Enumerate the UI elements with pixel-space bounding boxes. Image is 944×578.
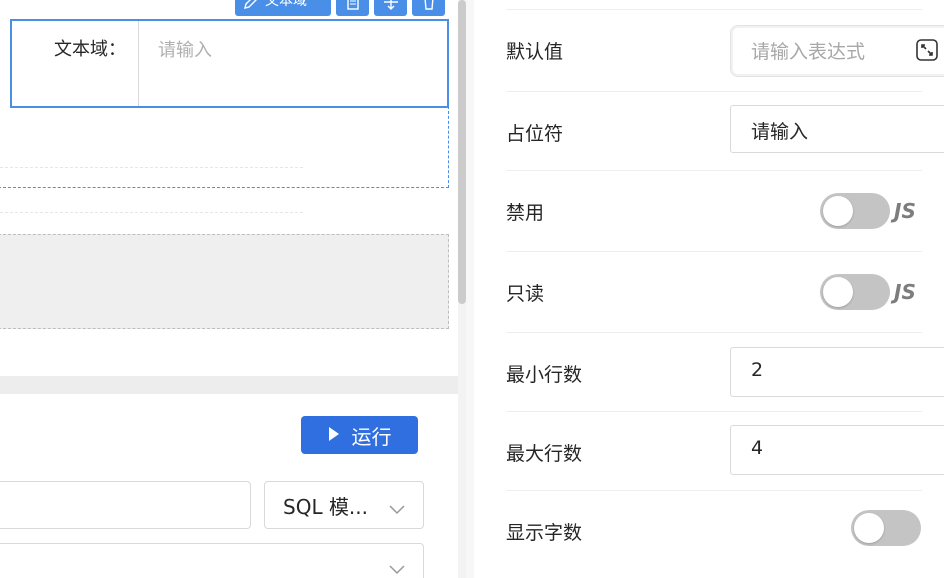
component-type-label[interactable]: 文本域 <box>235 0 331 16</box>
expand-icon[interactable] <box>916 39 938 66</box>
default-value-label: 默认值 <box>506 41 564 63</box>
chevron-down-icon <box>389 560 405 578</box>
default-value-expression-input[interactable]: 请输入表达式 <box>730 25 944 77</box>
readonly-toggle[interactable] <box>820 274 890 310</box>
component-toolbar: 文本域 <box>235 0 445 16</box>
canvas-scrollbar-thumb[interactable] <box>458 0 466 304</box>
sql-text-input[interactable] <box>0 481 251 529</box>
min-rows-label: 最小行数 <box>506 364 583 386</box>
copy-button[interactable] <box>336 0 369 16</box>
component-type-text: 文本域 <box>265 0 307 9</box>
min-rows-input[interactable]: 2 <box>730 347 944 397</box>
max-rows-input[interactable]: 4 <box>730 425 944 475</box>
move-icon <box>382 0 400 10</box>
disabled-label: 禁用 <box>506 202 545 224</box>
min-rows-row: 最小行数 2 <box>506 333 944 412</box>
max-rows-row: 最大行数 4 <box>506 412 944 491</box>
play-icon <box>328 423 340 447</box>
delete-icon <box>422 0 436 10</box>
textarea-form-item[interactable]: 文本域： 请输入 <box>10 19 449 108</box>
chevron-down-icon <box>389 496 405 520</box>
run-button[interactable]: 运行 <box>301 416 418 454</box>
form-canvas: 文本域 文本域： 请输入 运行 SQL 模... <box>0 0 458 578</box>
show-count-row: 显示字数 <box>506 491 922 578</box>
run-button-label: 运行 <box>351 424 392 449</box>
show-count-label: 显示字数 <box>506 522 583 544</box>
disabled-js-button[interactable]: JS <box>894 199 916 223</box>
max-rows-label: 最大行数 <box>506 443 583 465</box>
app-root: 文本域 文本域： 请输入 运行 SQL 模... 默认值 请输入表达式 占位符 … <box>0 0 944 578</box>
default-value-placeholder: 请输入表达式 <box>751 41 866 63</box>
panel-separator <box>466 0 474 578</box>
selected-container-outline <box>0 106 449 188</box>
toggle-knob <box>854 513 884 543</box>
toggle-knob <box>823 196 853 226</box>
delete-button[interactable] <box>412 0 445 16</box>
section-divider <box>0 376 458 394</box>
move-button[interactable] <box>374 0 407 16</box>
drop-zone[interactable] <box>0 234 449 329</box>
readonly-row: 只读 JS <box>506 252 922 333</box>
disabled-row: 禁用 JS <box>506 171 922 252</box>
placeholder-input[interactable]: 请输入 <box>730 105 944 153</box>
copy-icon <box>346 0 360 10</box>
disabled-toggle[interactable] <box>820 193 890 229</box>
guide-line <box>0 167 303 168</box>
sql-mode-value: SQL 模... <box>283 494 369 519</box>
default-value-row: 默认值 请输入表达式 <box>506 10 944 92</box>
placeholder-label: 占位符 <box>506 123 564 145</box>
readonly-js-button[interactable]: JS <box>894 280 916 304</box>
guide-line <box>0 212 303 213</box>
placeholder-row: 占位符 请输入 <box>506 92 944 171</box>
toggle-knob <box>823 277 853 307</box>
textarea-input[interactable]: 请输入 <box>140 21 447 106</box>
readonly-label: 只读 <box>506 283 545 305</box>
show-count-toggle[interactable] <box>851 510 921 546</box>
previous-row-border <box>506 0 922 10</box>
properties-panel: 默认值 请输入表达式 占位符 请输入 禁用 JS 只读 JS 最小行数 2 最大… <box>474 0 944 578</box>
edit-icon <box>243 0 259 10</box>
datasource-select[interactable] <box>0 543 424 578</box>
sql-mode-select[interactable]: SQL 模... <box>264 481 424 529</box>
textarea-label: 文本域： <box>12 21 139 106</box>
